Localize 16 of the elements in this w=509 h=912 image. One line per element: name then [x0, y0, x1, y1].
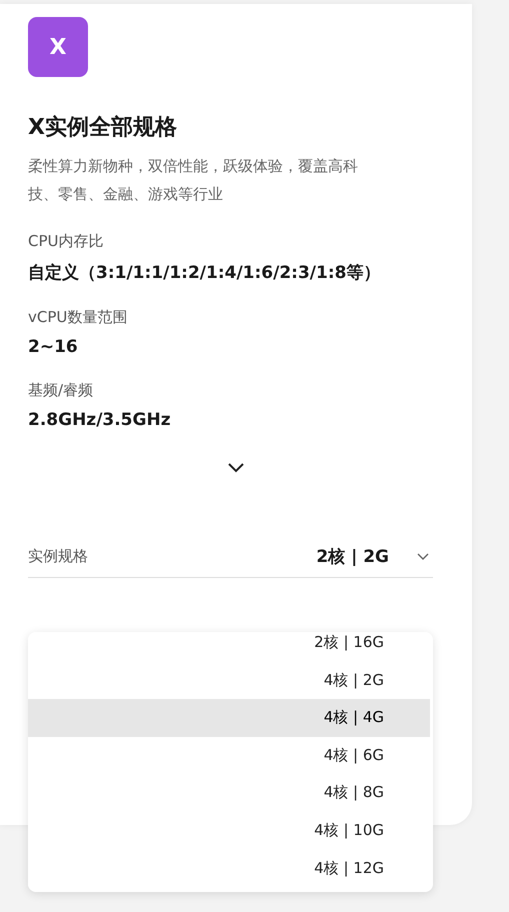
chevron-down-icon[interactable] — [228, 463, 244, 473]
spec-value: 2~16 — [28, 337, 79, 357]
spec-value: 自定义（3:1/1:1/1:2/1:4/1:6/2:3/1:8等） — [28, 262, 382, 284]
spec-value: 2.8GHz/3.5GHz — [28, 410, 172, 430]
select-label: 实例规格 — [28, 547, 89, 566]
select-value: 2核 | 2G — [316, 546, 389, 568]
card-description: 柔性算力新物种，双倍性能，跃级体验，覆盖高科技、零售、金融、游戏等行业 — [28, 156, 359, 205]
spec-label: CPU内存比 — [28, 232, 104, 251]
logo-icon: X — [28, 17, 88, 77]
caret-icon — [417, 552, 429, 560]
dropdown-option[interactable]: 2核 | 16G — [28, 632, 430, 662]
spec-select[interactable]: 实例规格 2核 | 2G — [28, 545, 433, 578]
card-title: X实例全部规格 — [28, 114, 178, 142]
dropdown-option[interactable]: 4核 | 4G — [28, 699, 430, 737]
spec-label: 基频/睿频 — [28, 381, 94, 400]
spec-label: vCPU数量范围 — [28, 308, 128, 327]
